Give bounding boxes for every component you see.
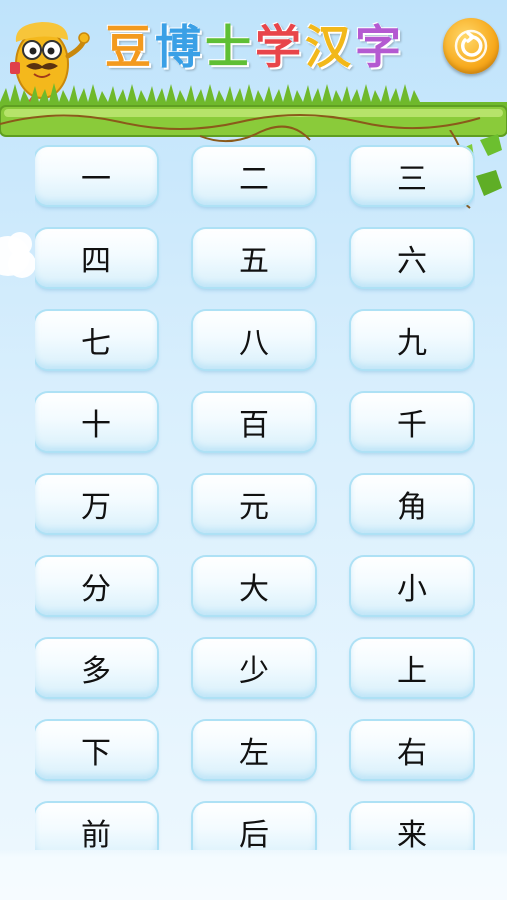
- character-card[interactable]: 来: [351, 803, 473, 850]
- character-card[interactable]: 上: [351, 639, 473, 697]
- character-card[interactable]: 六: [351, 229, 473, 287]
- grid-row: 万 元 角: [35, 473, 475, 533]
- bottom-bar: [0, 850, 507, 900]
- grass-banner: [0, 83, 507, 143]
- character-card[interactable]: 少: [193, 639, 315, 697]
- grid-row: 一 二 三: [35, 145, 475, 205]
- title-char-2: 博: [155, 20, 203, 74]
- grid-row: 分 大 小: [35, 555, 475, 615]
- grid-row: 下 左 右: [35, 719, 475, 779]
- character-card[interactable]: 万: [35, 475, 157, 533]
- character-card[interactable]: 一: [35, 147, 157, 205]
- title-char-3: 士: [205, 20, 253, 74]
- character-card[interactable]: 后: [193, 803, 315, 850]
- character-card[interactable]: 三: [351, 147, 473, 205]
- character-card[interactable]: 八: [193, 311, 315, 369]
- character-card[interactable]: 下: [35, 721, 157, 779]
- grid-row: 四 五 六: [35, 227, 475, 287]
- character-card[interactable]: 大: [193, 557, 315, 615]
- back-button[interactable]: [443, 18, 499, 74]
- app-title: 豆 博 士 学 汉 字: [105, 14, 403, 74]
- character-card[interactable]: 九: [351, 311, 473, 369]
- character-card[interactable]: 左: [193, 721, 315, 779]
- cloud-decoration: [0, 232, 36, 278]
- title-char-4: 学: [255, 20, 303, 74]
- grid-row: 十 百 千: [35, 391, 475, 451]
- grid-row: 多 少 上: [35, 637, 475, 697]
- character-card[interactable]: 二: [193, 147, 315, 205]
- title-char-1: 豆: [105, 20, 153, 74]
- character-card[interactable]: 多: [35, 639, 157, 697]
- title-char-5: 汉: [305, 20, 353, 74]
- character-card[interactable]: 千: [351, 393, 473, 451]
- character-card[interactable]: 小: [351, 557, 473, 615]
- character-card[interactable]: 分: [35, 557, 157, 615]
- character-card[interactable]: 百: [193, 393, 315, 451]
- character-card[interactable]: 四: [35, 229, 157, 287]
- character-card[interactable]: 右: [351, 721, 473, 779]
- grid-row: 前 后 来: [35, 801, 475, 850]
- character-card[interactable]: 角: [351, 475, 473, 533]
- grid-row: 七 八 九: [35, 309, 475, 369]
- character-card[interactable]: 十: [35, 393, 157, 451]
- refresh-back-icon: [454, 29, 488, 63]
- character-card[interactable]: 前: [35, 803, 157, 850]
- character-card[interactable]: 元: [193, 475, 315, 533]
- character-grid: 一 二 三 四 五 六 七 八 九 十 百 千 万 元 角 分 大 小 多 少 …: [35, 145, 475, 850]
- title-char-6: 字: [355, 20, 403, 74]
- app-header: 豆 博 士 学 汉 字: [0, 0, 507, 143]
- character-card[interactable]: 五: [193, 229, 315, 287]
- character-card[interactable]: 七: [35, 311, 157, 369]
